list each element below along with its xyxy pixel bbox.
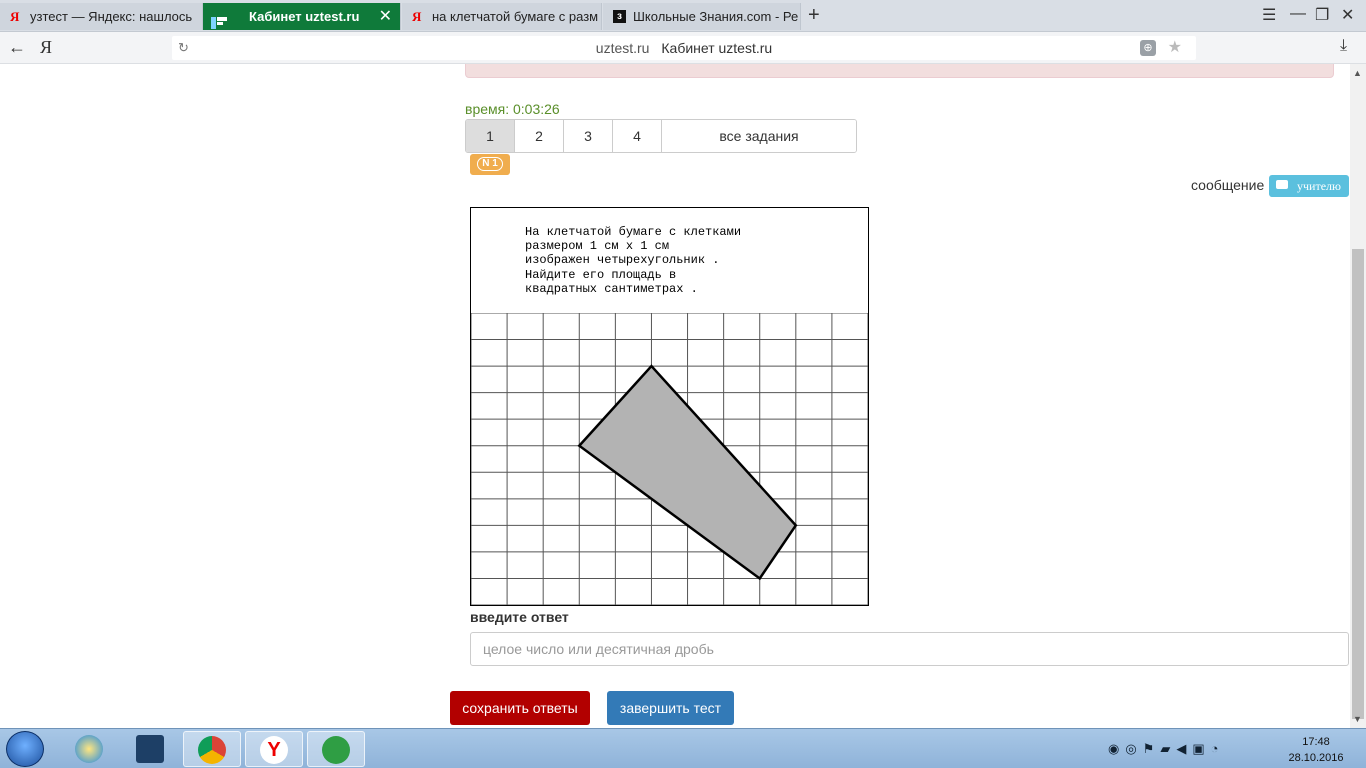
finish-test-button[interactable]: завершить тест <box>607 691 734 725</box>
vertical-scrollbar[interactable]: ▲ ▼ <box>1350 64 1366 728</box>
clock-time: 17:48 <box>1302 736 1330 748</box>
clock-date: 28.10.2016 <box>1288 752 1344 764</box>
scroll-down-arrow-icon[interactable]: ▼ <box>1353 714 1362 724</box>
tab-yandex-search[interactable]: Я узтест — Яндекс: нашлось <box>0 3 203 30</box>
tab-label: Школьные Знания.com - Ре <box>633 9 799 24</box>
answer-label: введите ответ <box>470 609 569 625</box>
kmplayer-icon <box>136 735 164 763</box>
answer-input[interactable] <box>470 632 1349 666</box>
new-tab-button[interactable]: + <box>808 4 820 27</box>
page-3-button[interactable]: 3 <box>564 120 613 152</box>
page-2-button[interactable]: 2 <box>515 120 564 152</box>
minimize-icon[interactable]: — <box>1290 5 1306 23</box>
task-number-label: N 1 <box>477 157 503 171</box>
browser-menu-icon[interactable]: ☰ <box>1262 5 1276 25</box>
task-statement: На клетчатой бумаге с клетками размером … <box>525 225 742 296</box>
url-field[interactable]: ↻ uztest.ru Кабинет uztest.ru ⊕ ★ <box>172 36 1196 60</box>
restore-icon[interactable]: ❐ <box>1315 5 1329 25</box>
browser-tab-bar: Я узтест — Яндекс: нашлось Кабинет uztes… <box>0 0 1366 32</box>
yandex-browser-icon: Y <box>260 736 288 764</box>
uztest-favicon-icon <box>211 11 227 29</box>
chrome-taskbar-button[interactable] <box>183 731 241 767</box>
close-window-icon[interactable]: ✕ <box>1341 5 1354 25</box>
page-1-button[interactable]: 1 <box>466 120 515 152</box>
internet-explorer-icon <box>75 735 103 763</box>
scroll-up-arrow-icon[interactable]: ▲ <box>1353 68 1362 78</box>
page-title-in-url: Кабинет uztest.ru <box>661 40 773 56</box>
alert-banner <box>465 64 1334 78</box>
internet-explorer-taskbar-button[interactable] <box>61 731 119 767</box>
url-host: uztest.ru <box>595 40 650 56</box>
globe-icon[interactable]: ⊕ <box>1140 40 1156 56</box>
message-label: сообщение <box>1191 177 1265 193</box>
chat-bubble-icon <box>1276 180 1288 189</box>
tab-uztest-cabinet[interactable]: Кабинет uztest.ru ✕ <box>203 3 401 30</box>
download-icon[interactable]: ⤓ <box>1340 37 1347 55</box>
task-number-badge: N 1 <box>470 154 510 175</box>
chrome-icon <box>198 736 226 764</box>
close-tab-icon[interactable]: ✕ <box>379 3 392 30</box>
yandex-browser-taskbar-button[interactable]: Y <box>245 731 303 767</box>
znanija-favicon-icon: з <box>613 10 626 23</box>
all-tasks-button[interactable]: все задания <box>662 120 856 152</box>
system-tray[interactable]: ◉◎⚑▰◀▣◔ <box>1108 741 1224 757</box>
back-arrow-icon[interactable]: ← <box>8 37 26 58</box>
windows-start-button[interactable] <box>6 731 44 767</box>
tab-znanija[interactable]: з Школьные Знания.com - Ре <box>603 3 801 30</box>
save-answers-button[interactable]: сохранить ответы <box>450 691 590 725</box>
utorrent-taskbar-button[interactable] <box>307 731 365 767</box>
yandex-favicon-icon: Я <box>412 9 422 24</box>
teacher-button-label: учителю <box>1297 179 1341 193</box>
system-clock[interactable]: 17:48 28.10.2016 <box>1286 734 1346 766</box>
page-4-button[interactable]: 4 <box>613 120 662 152</box>
reload-icon[interactable]: ↻ <box>178 36 189 60</box>
yandex-favicon-icon: Я <box>10 9 20 24</box>
utorrent-icon <box>322 736 350 764</box>
task-pager: 1 2 3 4 все задания <box>465 119 857 153</box>
kmplayer-taskbar-button[interactable] <box>122 731 180 767</box>
windows-taskbar: Y ◉◎⚑▰◀▣◔ 17:48 28.10.2016 <box>0 728 1366 768</box>
tab-search-result[interactable]: Я на клетчатой бумаге с разм <box>402 3 602 30</box>
test-timer: время: 0:03:26 <box>465 101 560 117</box>
bookmark-star-icon[interactable]: ★ <box>1168 36 1182 60</box>
page-content: время: 0:03:26 1 2 3 4 все задания N 1 с… <box>0 64 1350 728</box>
tab-label: Кабинет uztest.ru <box>249 9 360 24</box>
scrollbar-thumb[interactable] <box>1352 249 1364 719</box>
address-bar: ← Я ↻ uztest.ru Кабинет uztest.ru ⊕ ★ <box>0 32 1366 90</box>
tab-label: узтест — Яндекс: нашлось <box>30 9 193 24</box>
task-image: На клетчатой бумаге с клетками размером … <box>470 207 869 606</box>
yandex-home-button[interactable]: Я <box>40 37 52 58</box>
tab-label: на клетчатой бумаге с разм <box>432 9 599 24</box>
message-teacher-button[interactable]: учителю <box>1269 175 1349 197</box>
grid-figure <box>471 313 868 605</box>
